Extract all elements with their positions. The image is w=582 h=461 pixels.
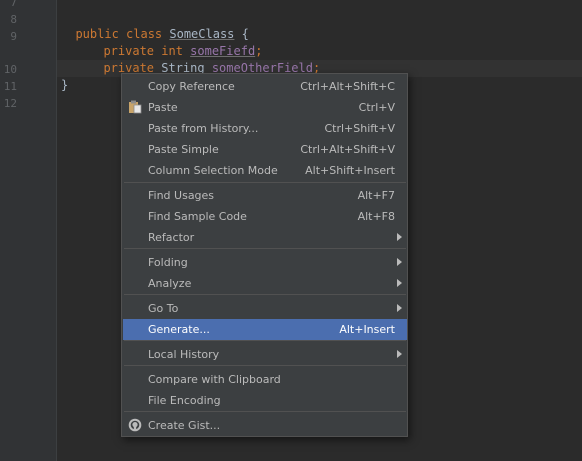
menu-separator <box>124 365 406 366</box>
menu-item-label: Create Gist... <box>148 419 221 432</box>
menu-item-paste-from-history[interactable]: Paste from History... Ctrl+Shift+V <box>123 118 407 139</box>
menu-item-local-history[interactable]: Local History <box>123 344 407 365</box>
menu-item-label: Paste <box>148 101 178 114</box>
menu-separator <box>124 248 406 249</box>
submenu-arrow-icon <box>397 304 402 312</box>
menu-item-label: Analyze <box>148 277 192 290</box>
submenu-arrow-icon <box>397 350 402 358</box>
menu-item-analyze[interactable]: Analyze <box>123 273 407 294</box>
menu-item-label: Paste Simple <box>148 143 219 156</box>
line-number-gutter: 7 8 9 10 11 12 <box>0 0 57 461</box>
menu-item-label: Copy Reference <box>148 80 235 93</box>
menu-item-label: Find Sample Code <box>148 210 247 223</box>
menu-item-shortcut: Ctrl+V <box>358 101 395 114</box>
menu-item-copy-reference[interactable]: Copy Reference Ctrl+Alt+Shift+C <box>123 76 407 97</box>
menu-item-shortcut: Ctrl+Alt+Shift+C <box>300 80 395 93</box>
line-number: 10 <box>3 63 17 76</box>
menu-item-find-usages[interactable]: Find Usages Alt+F7 <box>123 185 407 206</box>
github-icon <box>128 418 142 432</box>
menu-item-create-gist[interactable]: Create Gist... <box>123 415 407 436</box>
menu-separator <box>124 182 406 183</box>
line-number: 7 <box>10 0 17 9</box>
menu-item-compare-with-clipboard[interactable]: Compare with Clipboard <box>123 369 407 390</box>
code-line[interactable]: private String someOtherField; <box>89 43 320 77</box>
line-number: 12 <box>3 97 17 110</box>
menu-item-shortcut: Alt+Insert <box>339 323 395 336</box>
line-number: 9 <box>10 30 17 43</box>
menu-item-label: Folding <box>148 256 188 269</box>
menu-item-go-to[interactable]: Go To <box>123 298 407 319</box>
editor-context-menu: Copy Reference Ctrl+Alt+Shift+C Paste Ct… <box>121 73 408 437</box>
menu-item-label: Local History <box>148 348 220 361</box>
menu-item-label: Find Usages <box>148 189 215 202</box>
menu-separator <box>124 294 406 295</box>
menu-item-label: Column Selection Mode <box>148 164 278 177</box>
menu-item-shortcut: Alt+Shift+Insert <box>305 164 395 177</box>
submenu-arrow-icon <box>397 233 402 241</box>
menu-item-label: Generate... <box>148 323 210 336</box>
menu-item-shortcut: Ctrl+Alt+Shift+V <box>300 143 395 156</box>
menu-separator <box>124 411 406 412</box>
menu-item-refactor[interactable]: Refactor <box>123 227 407 248</box>
submenu-arrow-icon <box>397 258 402 266</box>
code-line[interactable]: } <box>61 77 68 94</box>
line-number: 8 <box>10 13 17 26</box>
menu-item-shortcut: Ctrl+Shift+V <box>324 122 395 135</box>
menu-item-label: File Encoding <box>148 394 221 407</box>
paste-icon <box>129 100 142 114</box>
menu-item-label: Paste from History... <box>148 122 259 135</box>
line-number: 11 <box>3 80 17 93</box>
menu-item-folding[interactable]: Folding <box>123 252 407 273</box>
menu-item-label: Refactor <box>148 231 195 244</box>
menu-item-label: Go To <box>148 302 179 315</box>
menu-item-column-selection-mode[interactable]: Column Selection Mode Alt+Shift+Insert <box>123 160 407 181</box>
menu-item-shortcut: Alt+F8 <box>357 210 395 223</box>
menu-item-paste[interactable]: Paste Ctrl+V <box>123 97 407 118</box>
menu-item-find-sample-code[interactable]: Find Sample Code Alt+F8 <box>123 206 407 227</box>
menu-item-shortcut: Alt+F7 <box>357 189 395 202</box>
menu-item-generate[interactable]: Generate... Alt+Insert <box>123 319 407 340</box>
submenu-arrow-icon <box>397 279 402 287</box>
menu-item-file-encoding[interactable]: File Encoding <box>123 390 407 411</box>
menu-item-label: Compare with Clipboard <box>148 373 281 386</box>
menu-separator <box>124 340 406 341</box>
menu-item-paste-simple[interactable]: Paste Simple Ctrl+Alt+Shift+V <box>123 139 407 160</box>
